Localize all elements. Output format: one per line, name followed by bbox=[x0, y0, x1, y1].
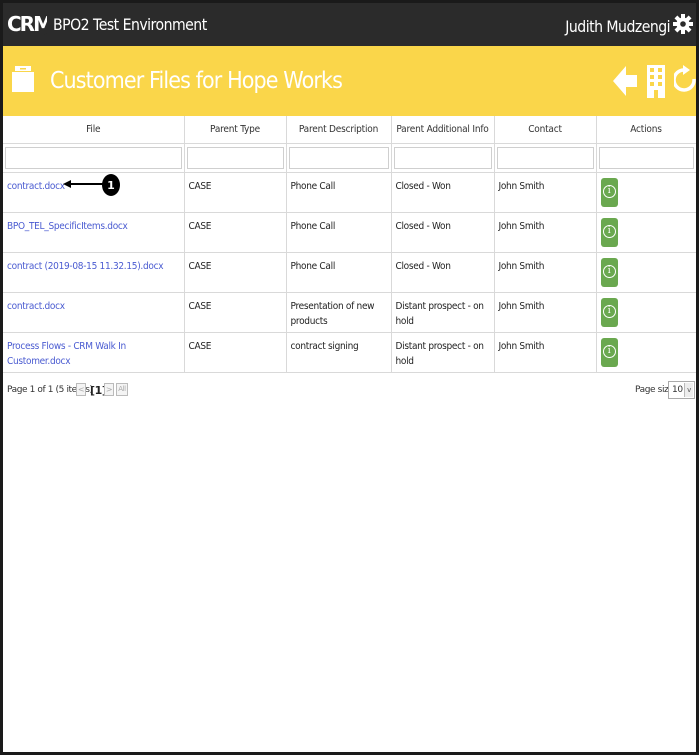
column-header-contact[interactable]: Contact bbox=[494, 116, 597, 144]
file-link[interactable]: BPO_TEL_SpecificItems.docx bbox=[7, 221, 128, 232]
all-pages-button[interactable]: All bbox=[116, 383, 128, 396]
file-link[interactable]: contract.docx bbox=[7, 301, 65, 312]
contact-cell: John Smith bbox=[494, 292, 597, 333]
prev-page-button[interactable]: < bbox=[76, 383, 86, 396]
refresh-icon[interactable] bbox=[674, 63, 696, 99]
filter-parent-type-input[interactable] bbox=[186, 146, 284, 169]
parent-type-cell: CASE bbox=[184, 172, 287, 213]
table-row: contract (2019-08-15 11.32.15).docx CASE… bbox=[3, 252, 696, 293]
filter-additional-info-input[interactable] bbox=[393, 146, 492, 169]
contact-cell: John Smith bbox=[494, 332, 597, 373]
parent-type-cell: CASE bbox=[184, 292, 287, 333]
header-row: File Parent Type Parent Description Pare… bbox=[3, 116, 696, 144]
app-window: CRM BPO2 Test Environment Judith Mudzeng… bbox=[0, 0, 699, 755]
file-link[interactable]: contract.docx bbox=[7, 181, 65, 192]
filter-row bbox=[3, 143, 696, 173]
contact-cell: John Smith bbox=[494, 252, 597, 293]
info-icon: i bbox=[602, 264, 616, 278]
parent-description-cell: contract signing bbox=[286, 332, 392, 373]
filter-cell bbox=[596, 143, 696, 173]
column-header-parent-description[interactable]: Parent Description bbox=[286, 116, 392, 144]
file-cabinet-icon bbox=[12, 66, 34, 92]
user-name[interactable]: Judith Mudzengi bbox=[565, 17, 670, 36]
info-icon: i bbox=[602, 184, 616, 198]
info-button[interactable]: i bbox=[600, 257, 618, 287]
table-row: contract.docx CASE Presentation of new p… bbox=[3, 292, 696, 333]
table-row: BPO_TEL_SpecificItems.docx CASE Phone Ca… bbox=[3, 212, 696, 253]
column-header-parent-additional-info[interactable]: Parent Additional Info bbox=[391, 116, 495, 144]
filter-parent-description-input[interactable] bbox=[288, 146, 389, 169]
file-link[interactable]: contract (2019-08-15 11.32.15).docx bbox=[7, 261, 164, 272]
files-table: File Parent Type Parent Description Pare… bbox=[3, 116, 696, 373]
parent-description-cell: Presentation of new products bbox=[286, 292, 392, 333]
chevron-down-icon: v bbox=[684, 383, 693, 397]
actions-cell: i bbox=[596, 332, 696, 373]
table-row: Process Flows - CRM Walk In Customer.doc… bbox=[3, 332, 696, 373]
parent-description-cell: Phone Call bbox=[286, 252, 392, 293]
page-size-select[interactable]: 10 v bbox=[668, 381, 695, 399]
filter-file-input[interactable] bbox=[5, 146, 182, 169]
info-icon: i bbox=[602, 304, 616, 318]
filter-cell bbox=[286, 143, 392, 173]
callout-annotation: 1 bbox=[63, 174, 120, 196]
page-title: Customer Files for Hope Works bbox=[50, 68, 343, 94]
pager: Page 1 of 1 (5 items) < [1] > All Page s… bbox=[3, 381, 696, 401]
column-header-parent-type[interactable]: Parent Type bbox=[184, 116, 287, 144]
parent-description-cell: Phone Call bbox=[286, 172, 392, 213]
svg-text:CRM: CRM bbox=[7, 12, 47, 35]
additional-info-cell: Closed - Won bbox=[391, 252, 495, 293]
contact-cell: John Smith bbox=[494, 172, 597, 213]
info-button[interactable]: i bbox=[600, 217, 618, 247]
parent-type-cell: CASE bbox=[184, 332, 287, 373]
additional-info-cell: Closed - Won bbox=[391, 212, 495, 253]
gear-icon[interactable] bbox=[673, 12, 693, 36]
callout-number: 1 bbox=[107, 179, 115, 192]
file-cell: Process Flows - CRM Walk In Customer.doc… bbox=[3, 332, 185, 373]
file-cell: contract.docx bbox=[3, 292, 185, 333]
filter-cell bbox=[184, 143, 287, 173]
parent-type-cell: CASE bbox=[184, 212, 287, 253]
additional-info-cell: Distant prospect - on hold bbox=[391, 292, 495, 333]
building-icon[interactable] bbox=[646, 63, 666, 99]
actions-cell: i bbox=[596, 292, 696, 333]
filter-actions-input[interactable] bbox=[598, 146, 694, 169]
column-header-actions: Actions bbox=[596, 116, 696, 144]
info-button[interactable]: i bbox=[600, 297, 618, 327]
parent-description-cell: Phone Call bbox=[286, 212, 392, 253]
page-header: Customer Files for Hope Works bbox=[3, 46, 696, 116]
info-icon: i bbox=[602, 344, 616, 358]
top-bar: CRM BPO2 Test Environment Judith Mudzeng… bbox=[3, 3, 696, 46]
actions-cell: i bbox=[596, 172, 696, 213]
crm-logo: CRM bbox=[7, 11, 47, 35]
contact-cell: John Smith bbox=[494, 212, 597, 253]
page-size-value: 10 bbox=[672, 385, 683, 395]
next-page-button[interactable]: > bbox=[104, 383, 114, 396]
filter-cell bbox=[391, 143, 495, 173]
file-link[interactable]: Process Flows - CRM Walk In Customer.doc… bbox=[7, 341, 126, 367]
filter-contact-input[interactable] bbox=[496, 146, 594, 169]
file-cell: contract (2019-08-15 11.32.15).docx bbox=[3, 252, 185, 293]
actions-cell: i bbox=[596, 252, 696, 293]
file-cell: BPO_TEL_SpecificItems.docx bbox=[3, 212, 185, 253]
actions-cell: i bbox=[596, 212, 696, 253]
additional-info-cell: Closed - Won bbox=[391, 172, 495, 213]
additional-info-cell: Distant prospect - on hold bbox=[391, 332, 495, 373]
back-arrow-icon[interactable] bbox=[613, 63, 639, 99]
filter-cell bbox=[494, 143, 597, 173]
info-button[interactable]: i bbox=[600, 177, 618, 207]
column-header-file[interactable]: File bbox=[3, 116, 185, 144]
info-button[interactable]: i bbox=[600, 337, 618, 367]
environment-title: BPO2 Test Environment bbox=[53, 15, 207, 34]
info-icon: i bbox=[602, 224, 616, 238]
filter-cell bbox=[3, 143, 185, 173]
parent-type-cell: CASE bbox=[184, 252, 287, 293]
